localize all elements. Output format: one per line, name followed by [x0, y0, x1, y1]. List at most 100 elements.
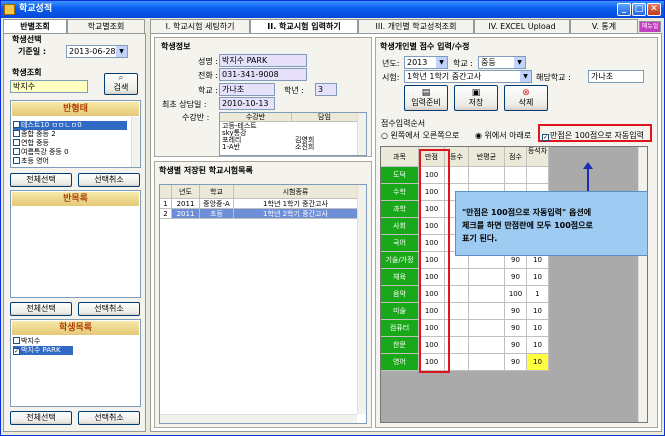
list-scrollbar[interactable] — [131, 117, 140, 167]
list-item[interactable]: ✓ 박지수 PARK — [13, 346, 73, 355]
consult-date-field[interactable]: 2010-10-13 — [219, 97, 275, 110]
table-cell[interactable]: 2011 — [172, 209, 200, 219]
exams-vscrollbar[interactable] — [357, 185, 366, 414]
score-cell-class-avg[interactable] — [469, 303, 505, 320]
score-cell-score[interactable]: 90 — [505, 337, 527, 354]
score-cell-rank-order[interactable]: 10 — [527, 303, 549, 320]
score-cell-class-avg[interactable] — [469, 354, 505, 371]
callout-line: 체크를 하면 만점란에 모두 100점으로 — [462, 221, 593, 230]
exam-select[interactable]: 1학년 1학기 중간고사 ▼ — [404, 70, 532, 83]
tab-excel-upload[interactable]: IV. EXCEL Upload — [474, 19, 570, 33]
class-deselect-button[interactable]: 선택취소 — [78, 173, 140, 187]
checkbox[interactable] — [13, 337, 20, 344]
score-cell-rank-order[interactable]: 10 — [527, 320, 549, 337]
score-cell-score[interactable]: 90 — [505, 354, 527, 371]
minimize-button[interactable]: _ — [617, 3, 631, 16]
tab-exam-setup[interactable]: I. 학교시험 세팅하기 — [150, 19, 250, 33]
close-button[interactable]: ✕ — [647, 3, 661, 16]
order-label: 점수입력순서 — [381, 119, 426, 128]
table-row-num[interactable]: 1 — [160, 199, 172, 209]
student-list[interactable]: 학생목록 박지수 ✓ 박지수 PARK — [10, 319, 141, 407]
col-header-school: 학교 — [200, 185, 234, 199]
score-cell-rank-order[interactable]: 10 — [527, 354, 549, 371]
save-button[interactable]: ▣ 저장 — [454, 85, 498, 111]
score-cell-class-avg[interactable] — [469, 286, 505, 303]
order-tb-radio[interactable]: ◉ 위에서 아래로 — [475, 130, 531, 141]
score-cell-rank-order[interactable]: 10 — [527, 269, 549, 286]
base-date-select[interactable]: 2013-06-28 ▼ — [66, 45, 128, 58]
score-cell-class-avg[interactable] — [469, 167, 505, 184]
student-select-all-button[interactable]: 전체선택 — [10, 411, 72, 425]
phone-field[interactable]: 031-341-9008 — [219, 68, 307, 81]
table-cell[interactable]: 1학년 2학기 중간고사 — [234, 209, 358, 219]
app-icon — [4, 4, 15, 15]
chevron-down-icon: ▼ — [436, 57, 447, 68]
name-field[interactable]: 박지수 PARK — [219, 54, 307, 67]
table-cell[interactable]: 2011 — [172, 199, 200, 209]
class-select-all-button[interactable]: 전체선택 — [10, 173, 72, 187]
tab-exam-input[interactable]: II. 학교시험 입력하기 — [250, 19, 358, 34]
school-level-label: 학교 : — [453, 59, 473, 68]
search-button[interactable]: ⌕ 검색 — [104, 73, 138, 95]
list-item[interactable]: 여름특강 중등 0 — [13, 148, 69, 157]
checkbox[interactable] — [13, 157, 20, 164]
list-item[interactable]: 박지수 — [13, 337, 40, 346]
score-cell-subject: 체육 — [381, 269, 419, 286]
score-cell-score[interactable] — [505, 167, 527, 184]
delete-button[interactable]: ⊗ 삭제 — [504, 85, 548, 111]
checkbox[interactable] — [13, 130, 20, 137]
checkbox[interactable]: ✓ — [13, 348, 20, 355]
score-cell-class-avg[interactable] — [469, 337, 505, 354]
classes-header-teacher: 담임 — [292, 113, 358, 122]
score-cell-score[interactable]: 100 — [505, 286, 527, 303]
score-cell-score[interactable]: 90 — [505, 320, 527, 337]
school-field[interactable]: 가나초 — [219, 83, 275, 96]
student-search-input[interactable]: 박지수 — [10, 80, 88, 93]
exams-hscrollbar[interactable] — [160, 414, 357, 423]
order-lr-radio[interactable]: ○ 왼쪽에서 오른쪽으로 — [381, 130, 459, 141]
target-school-field[interactable]: 가나초 — [588, 70, 644, 83]
grade-field[interactable]: 3 — [315, 83, 337, 96]
class-item-list[interactable]: 반목록 — [10, 190, 141, 298]
table-row-num[interactable]: 2 — [160, 209, 172, 219]
table-cell[interactable]: 중앙중-A — [200, 199, 234, 209]
grid-scrollbar[interactable] — [638, 147, 647, 422]
list-item[interactable]: 초등 영어 — [13, 157, 49, 166]
checkbox[interactable] — [13, 148, 20, 155]
score-cell-rank-order[interactable] — [527, 167, 549, 184]
manual-button[interactable]: 매뉴얼 — [639, 21, 661, 32]
tab-personal-scores[interactable]: III. 개인별 학교성적조회 — [358, 19, 474, 33]
items-deselect-button[interactable]: 선택취소 — [78, 302, 140, 316]
score-cell-rank-order[interactable]: 10 — [527, 337, 549, 354]
name-label: 성명 : — [198, 57, 218, 66]
score-cell-rank-order[interactable]: 1 — [527, 286, 549, 303]
prepare-button[interactable]: ▤ 입력준비 — [404, 85, 448, 111]
list-item[interactable]: 테스트10 ㅁㅁㄴㅁ0 — [13, 121, 127, 130]
maximize-button[interactable]: □ — [632, 3, 646, 16]
tab-statistics[interactable]: V. 통계 — [570, 19, 638, 33]
list-item[interactable]: 종합 중등 2 — [13, 130, 56, 139]
auto-max-checkbox[interactable]: ✓ 만점은 100점으로 자동입력 — [542, 130, 644, 141]
score-cell-score[interactable]: 90 — [505, 269, 527, 286]
tab-class-view[interactable]: 반별조회 — [3, 19, 67, 34]
score-cell-score[interactable]: 90 — [505, 303, 527, 320]
table-cell[interactable]: 1학년 1학기 중간고사 — [234, 199, 358, 209]
school-level-select[interactable]: 중등 ▼ — [478, 56, 526, 69]
checkbox[interactable] — [13, 139, 20, 146]
score-cell-class-avg[interactable] — [469, 320, 505, 337]
table-cell[interactable]: 초등 — [200, 209, 234, 219]
checkbox[interactable] — [13, 121, 20, 128]
class-type-list[interactable]: 반형태 테스트10 ㅁㅁㄴㅁ0 종합 중등 2 연합 중등 여름특강 중등 0 … — [10, 100, 141, 168]
items-select-all-button[interactable]: 전체선택 — [10, 302, 72, 316]
chevron-down-icon: ▼ — [116, 46, 127, 57]
grade-label: 학년 : — [284, 86, 304, 95]
year-select[interactable]: 2013 ▼ — [404, 56, 448, 69]
list-item[interactable]: 연합 중등 — [13, 139, 49, 148]
student-deselect-button[interactable]: 선택취소 — [78, 411, 140, 425]
tab-school-view[interactable]: 학교별조회 — [67, 19, 145, 33]
classes-scrollbar[interactable] — [357, 113, 366, 155]
list-item-label: 테스트10 ㅁㅁㄴㅁ0 — [21, 121, 82, 129]
col-header-score: 점수 — [505, 147, 527, 167]
delete-button-label: 삭제 — [518, 98, 534, 107]
score-cell-class-avg[interactable] — [469, 269, 505, 286]
